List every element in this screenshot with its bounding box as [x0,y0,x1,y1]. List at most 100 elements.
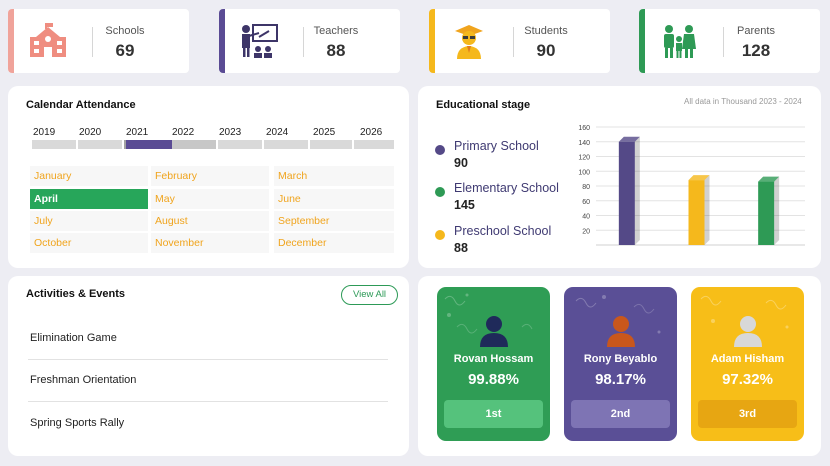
rank-card-1: Rovan Hossam 99.88% 1st [437,287,550,441]
bar [758,181,775,245]
stage-name: Primary School [454,139,539,153]
activity-item[interactable]: Freshman Orientation [30,374,136,386]
stat-value: 128 [741,41,771,60]
month-september[interactable]: September [274,211,394,231]
student-name: Rony Beyablo [583,353,658,365]
year-segment[interactable] [32,140,76,149]
divider [28,359,388,360]
school-icon [30,23,66,57]
year-label[interactable]: 2020 [79,127,109,138]
y-tick-label: 40 [582,214,590,221]
month-february[interactable]: February [151,166,269,186]
month-october[interactable]: October [30,233,148,253]
y-tick-label: 20 [582,228,590,235]
bar-side [704,175,710,245]
year-label[interactable]: 2023 [219,127,249,138]
month-january[interactable]: January [30,166,148,186]
y-tick-label: 80 [582,184,590,191]
timeline-scroll-thumb[interactable] [126,140,172,149]
student-name: Adam Hisham [710,353,785,365]
accent-bar [8,9,14,73]
year-label[interactable]: 2021 [126,127,156,138]
month-april[interactable]: April [30,189,148,209]
y-tick-label: 60 [582,199,590,206]
activity-item[interactable]: Elimination Game [30,332,117,344]
accent-bar [429,9,435,73]
stage-title: Educational stage [436,99,531,111]
stage-note: All data in Thousand 2023 - 2024 [684,97,802,106]
divider [303,27,304,57]
stat-label: Students [524,25,568,37]
year-label[interactable]: 2022 [172,127,202,138]
stat-card-teachers: Teachers 88 [219,9,400,73]
stat-label: Teachers [313,25,359,37]
activities-title: Activities & Events [26,288,126,300]
bar [618,141,635,245]
month-december[interactable]: December [274,233,394,253]
legend-dot [435,230,445,240]
legend-dot [435,145,445,155]
bar-side [634,136,640,245]
stage-name: Elementary School [454,181,559,195]
y-tick-label: 120 [578,155,590,162]
bar [688,180,705,245]
month-march[interactable]: March [274,166,394,186]
stat-label: Parents [737,25,775,37]
year-timeline[interactable] [32,140,394,149]
stat-value: 88 [326,41,346,60]
stage-value: 145 [454,198,475,212]
year-segment[interactable] [170,140,216,149]
stat-card-parents: Parents 128 [639,9,820,73]
month-november[interactable]: November [151,233,269,253]
y-tick-label: 100 [578,169,590,176]
year-segment[interactable] [218,140,262,149]
legend-dot [435,187,445,197]
divider [92,27,93,57]
parents-icon [664,25,696,58]
month-july[interactable]: July [30,211,148,231]
month-may[interactable]: May [151,189,269,209]
stage-bar-chart: 20 40 60 80 100 120 140 160 [578,125,805,246]
divider [513,27,514,57]
stage-value: 88 [454,241,468,255]
calendar-title: Calendar Attendance [26,99,136,111]
activity-item[interactable]: Spring Sports Rally [30,417,124,429]
student-name: Rovan Hossam [453,353,534,365]
accent-bar [639,9,645,73]
stage-name: Preschool School [454,224,552,238]
year-segment[interactable] [78,140,122,149]
stage-value: 90 [454,156,468,170]
stat-label: Schools [105,25,145,37]
y-tick-label: 160 [578,125,590,132]
student-score: 99.88% [468,371,519,388]
stat-card-schools: Schools 69 [8,9,189,73]
view-all-button[interactable]: View All [341,285,398,305]
bar-side [774,176,780,245]
teacher-icon [242,24,278,58]
month-june[interactable]: June [274,189,394,209]
avatar-icon [607,316,635,347]
stat-value: 90 [536,41,556,60]
y-tick-label: 140 [578,140,590,147]
year-label[interactable]: 2026 [360,127,390,138]
student-score: 97.32% [722,371,773,388]
rank-card-2: Rony Beyablo 98.17% 2nd [564,287,677,441]
student-score: 98.17% [595,371,646,388]
divider [28,401,388,402]
year-segment[interactable] [310,140,352,149]
year-label[interactable]: 2024 [266,127,296,138]
rank-card-3: Adam Hisham 97.32% 3rd [691,287,804,441]
avatar-icon [480,316,508,347]
stat-value: 69 [115,41,135,60]
rank-badge: 2nd [571,400,670,428]
avatar-icon [734,316,762,347]
year-label[interactable]: 2019 [33,127,63,138]
stat-card-students: Students 90 [429,9,610,73]
year-labels: 2019 2020 2021 2022 2023 2024 2025 2026 [32,127,394,139]
year-label[interactable]: 2025 [313,127,343,138]
year-segment[interactable] [354,140,394,149]
rank-badge: 1st [444,400,543,428]
year-segment[interactable] [264,140,308,149]
month-august[interactable]: August [151,211,269,231]
divider [723,27,724,57]
